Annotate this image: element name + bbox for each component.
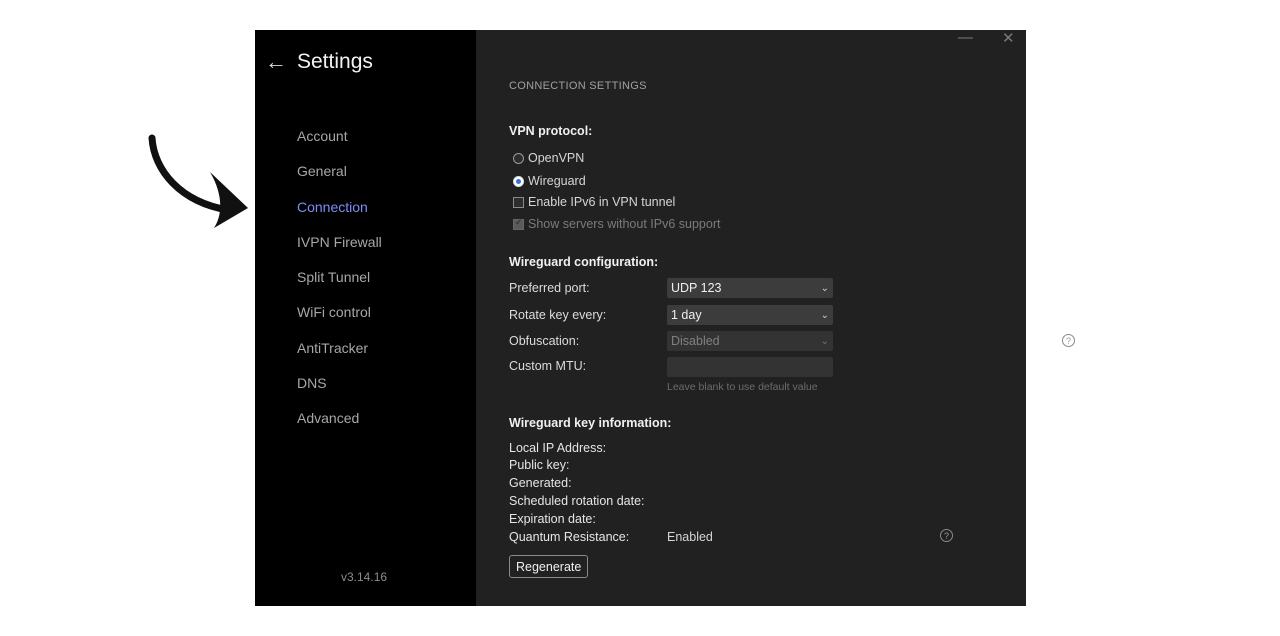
preferred-port-label: Preferred port: [509,281,590,295]
back-arrow-icon[interactable]: ← [265,50,287,74]
sidebar-item-account[interactable]: Account [297,126,382,161]
obfuscation-help-icon[interactable]: ? [1062,334,1075,347]
sidebar-item-dns[interactable]: DNS [297,373,382,408]
custom-mtu-input[interactable] [667,357,833,377]
sidebar-nav: Account General Connection IVPN Firewall… [297,126,382,444]
generated-label: Generated: [509,476,572,490]
quantum-help-icon[interactable]: ? [940,529,953,542]
sidebar-item-antitracker[interactable]: AntiTracker [297,338,382,373]
ipv6-label: Enable IPv6 in VPN tunnel [528,195,676,209]
minimize-icon[interactable]: — [958,29,973,46]
scheduled-rotation-label: Scheduled rotation date: [509,494,645,508]
wireguard-config-label: Wireguard configuration: [509,255,659,269]
sidebar-item-ivpn-firewall[interactable]: IVPN Firewall [297,232,382,267]
obfuscation-label: Obfuscation: [509,334,580,348]
rotate-key-label: Rotate key every: [509,308,607,322]
openvpn-label: OpenVPN [528,151,585,165]
version-label: v3.14.16 [341,570,388,584]
vpn-protocol-label: VPN protocol: [509,124,593,138]
show-servers-option: Show servers without IPv6 support [513,217,720,231]
regenerate-button[interactable]: Regenerate [509,555,589,578]
chevron-down-icon: ⌄ [820,282,829,294]
page-title: Settings [297,50,373,73]
sidebar-item-advanced[interactable]: Advanced [297,408,382,443]
section-title: CONNECTION SETTINGS [509,80,647,92]
custom-mtu-hint: Leave blank to use default value [667,381,818,393]
preferred-port-value: UDP 123 [671,281,722,295]
local-ip-label: Local IP Address: [509,441,607,455]
chevron-down-icon: ⌄ [820,335,829,347]
sidebar-item-wifi-control[interactable]: WiFi control [297,302,382,337]
quantum-resistance-value: Enabled [667,530,713,544]
key-info-label: Wireguard key information: [509,416,672,430]
preferred-port-select[interactable]: UDP 123 ⌄ [667,278,833,298]
ipv6-option[interactable]: Enable IPv6 in VPN tunnel [513,195,675,209]
wireguard-radio[interactable] [513,175,524,187]
sidebar-item-split-tunnel[interactable]: Split Tunnel [297,267,382,302]
obfuscation-value: Disabled [671,334,720,348]
show-servers-checkbox [513,217,524,230]
settings-window: ← Settings Account General Connection IV… [255,29,1075,606]
openvpn-radio[interactable] [513,152,524,164]
public-key-label: Public key: [509,458,570,472]
rotate-key-value: 1 day [671,308,702,322]
sidebar: ← Settings Account General Connection IV… [255,30,476,606]
openvpn-option[interactable]: OpenVPN [513,151,584,165]
rotate-key-select[interactable]: 1 day ⌄ [667,305,833,325]
obfuscation-select: Disabled ⌄ [667,331,833,351]
sidebar-item-connection[interactable]: Connection [297,197,382,232]
quantum-resistance-label: Quantum Resistance: [509,530,630,544]
wireguard-option[interactable]: Wireguard [513,174,586,188]
show-servers-label: Show servers without IPv6 support [528,217,721,231]
custom-mtu-label: Custom MTU: [509,359,587,373]
pointer-arrow-icon [148,134,248,228]
close-icon[interactable]: ✕ [1002,29,1015,47]
ipv6-checkbox[interactable] [513,196,524,208]
sidebar-item-general[interactable]: General [297,161,382,196]
wireguard-label: Wireguard [528,174,586,188]
connection-settings-panel: — ✕ CONNECTION SETTINGS VPN protocol: Op… [476,29,1075,606]
chevron-down-icon: ⌄ [820,309,829,321]
expiration-label: Expiration date: [509,512,596,526]
